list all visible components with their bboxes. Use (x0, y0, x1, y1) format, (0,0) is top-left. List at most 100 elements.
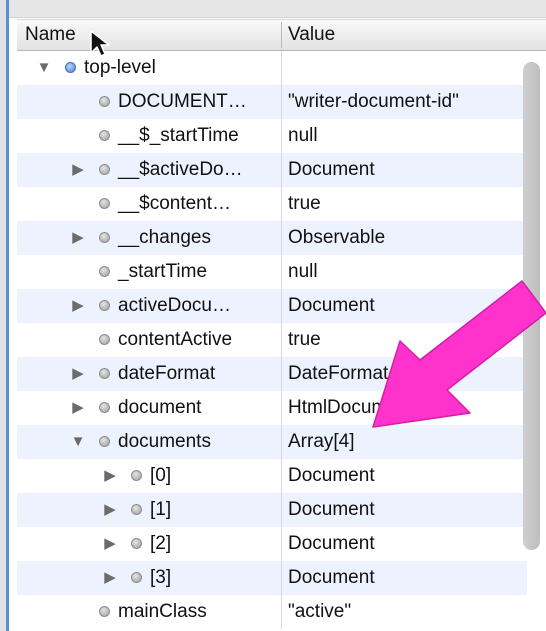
tree-row[interactable]: DOCUMENT… "writer-document-id" (17, 85, 527, 119)
row-column-divider (281, 51, 282, 85)
name-cell: ▼ top-level (17, 51, 281, 85)
property-name: documents (118, 431, 211, 452)
name-cell: contentActive (17, 323, 281, 357)
tree-row[interactable]: ▶ [1] Document (17, 493, 527, 527)
property-bullet-icon (99, 232, 110, 243)
disclosure-triangle-expanded-icon[interactable]: ▼ (70, 425, 86, 459)
property-value (288, 51, 533, 85)
tree-row[interactable]: ▶ [2] Document (17, 527, 527, 561)
property-name: [2] (150, 533, 172, 554)
property-name: [0] (150, 465, 172, 486)
property-bullet-icon (99, 436, 110, 447)
name-cell: ▶ activeDocu… (17, 289, 281, 323)
disclosure-triangle-collapsed-icon[interactable]: ▶ (70, 289, 86, 323)
property-name: activeDocu… (118, 295, 231, 316)
property-bullet-icon (131, 504, 142, 515)
name-cell: ▶ document (17, 391, 281, 425)
property-bullet-icon (99, 164, 110, 175)
row-column-divider (281, 323, 282, 357)
property-name: dateFormat (118, 363, 216, 384)
property-bullet-icon (131, 538, 142, 549)
row-column-divider (281, 187, 282, 221)
name-cell: ▶ __changes (17, 221, 281, 255)
disclosure-triangle-expanded-icon[interactable]: ▼ (36, 51, 52, 85)
tree-row[interactable]: __$content… true (17, 187, 527, 221)
tree-row[interactable]: contentActive true (17, 323, 527, 357)
property-bullet-icon (99, 198, 110, 209)
row-column-divider (281, 153, 282, 187)
disclosure-triangle-collapsed-icon[interactable]: ▶ (70, 153, 86, 187)
property-value: DateFormat (288, 363, 389, 384)
tree-row[interactable]: ▶ dateFormat DateFormat (17, 357, 527, 391)
disclosure-triangle-collapsed-icon[interactable]: ▶ (70, 391, 86, 425)
name-cell: ▼ documents (17, 425, 281, 459)
disclosure-triangle-collapsed-icon[interactable]: ▶ (102, 561, 118, 595)
property-value: true (288, 329, 321, 350)
property-value: null (288, 261, 318, 282)
row-column-divider (281, 85, 282, 119)
disclosure-triangle-collapsed-icon[interactable]: ▶ (102, 459, 118, 493)
property-bullet-icon (99, 368, 110, 379)
property-name: __$_startTime (118, 125, 239, 146)
value-column-header[interactable]: Value (288, 20, 528, 50)
toolbar-strip (9, 0, 546, 18)
tree-row[interactable]: ▶ document HtmlDocument (17, 391, 527, 425)
tree-row[interactable]: ▶ [0] Document (17, 459, 527, 493)
property-value: "writer-document-id" (288, 91, 459, 112)
name-cell: ▶ __$activeDo… (17, 153, 281, 187)
row-column-divider (281, 527, 282, 561)
row-column-divider (281, 595, 282, 629)
tree-row[interactable]: ▼ documents Array[4] (17, 425, 527, 459)
tree-row[interactable]: _startTime null (17, 255, 527, 289)
property-name: __changes (118, 227, 211, 248)
tree-row[interactable]: ▶ __$activeDo… Document (17, 153, 527, 187)
property-name: contentActive (118, 329, 233, 350)
scrollbar-thumb[interactable] (523, 62, 540, 550)
property-bullet-icon (131, 470, 142, 481)
property-value: HtmlDocument (288, 397, 414, 418)
row-column-divider (281, 425, 282, 459)
tree-row[interactable]: ▶ [3] Document (17, 561, 527, 595)
property-value: Document (288, 465, 375, 486)
property-value: true (288, 193, 321, 214)
tree-row[interactable]: __$_startTime null (17, 119, 527, 153)
property-name: [1] (150, 499, 172, 520)
property-name: mainClass (118, 601, 207, 622)
left-panel-edge (0, 0, 9, 631)
property-name: DOCUMENT… (118, 91, 247, 112)
column-divider[interactable] (281, 22, 282, 48)
tree-row[interactable]: ▶ activeDocu… Document (17, 289, 527, 323)
row-column-divider (281, 391, 282, 425)
property-value: "active" (288, 601, 352, 622)
disclosure-triangle-collapsed-icon[interactable]: ▶ (102, 493, 118, 527)
disclosure-triangle-collapsed-icon[interactable]: ▶ (70, 221, 86, 255)
tree-row[interactable]: mainClass "active" (17, 595, 527, 629)
row-column-divider (281, 289, 282, 323)
name-cell: _startTime (17, 255, 281, 289)
name-cell: ▶ dateFormat (17, 357, 281, 391)
name-cell: ▶ [0] (17, 459, 281, 493)
name-cell: ▶ [3] (17, 561, 281, 595)
row-column-divider (281, 357, 282, 391)
property-bullet-icon (99, 606, 110, 617)
disclosure-triangle-collapsed-icon[interactable]: ▶ (70, 357, 86, 391)
name-cell: __$_startTime (17, 119, 281, 153)
property-bullet-icon (99, 334, 110, 345)
property-name: __$activeDo… (118, 159, 243, 180)
row-column-divider (281, 493, 282, 527)
name-cell: ▶ [1] (17, 493, 281, 527)
disclosure-triangle-collapsed-icon[interactable]: ▶ (102, 527, 118, 561)
property-value: null (288, 125, 318, 146)
property-name: __$content… (118, 193, 232, 214)
property-bullet-icon (99, 300, 110, 311)
tree-row[interactable]: ▶ __changes Observable (17, 221, 527, 255)
mouse-cursor-icon (90, 30, 110, 57)
name-cell: mainClass (17, 595, 281, 629)
property-name: [3] (150, 567, 172, 588)
property-value: Document (288, 499, 375, 520)
property-value: Observable (288, 227, 386, 248)
row-column-divider (281, 561, 282, 595)
property-bullet-icon (99, 130, 110, 141)
row-column-divider (281, 459, 282, 493)
name-column-header[interactable]: Name (25, 20, 275, 50)
